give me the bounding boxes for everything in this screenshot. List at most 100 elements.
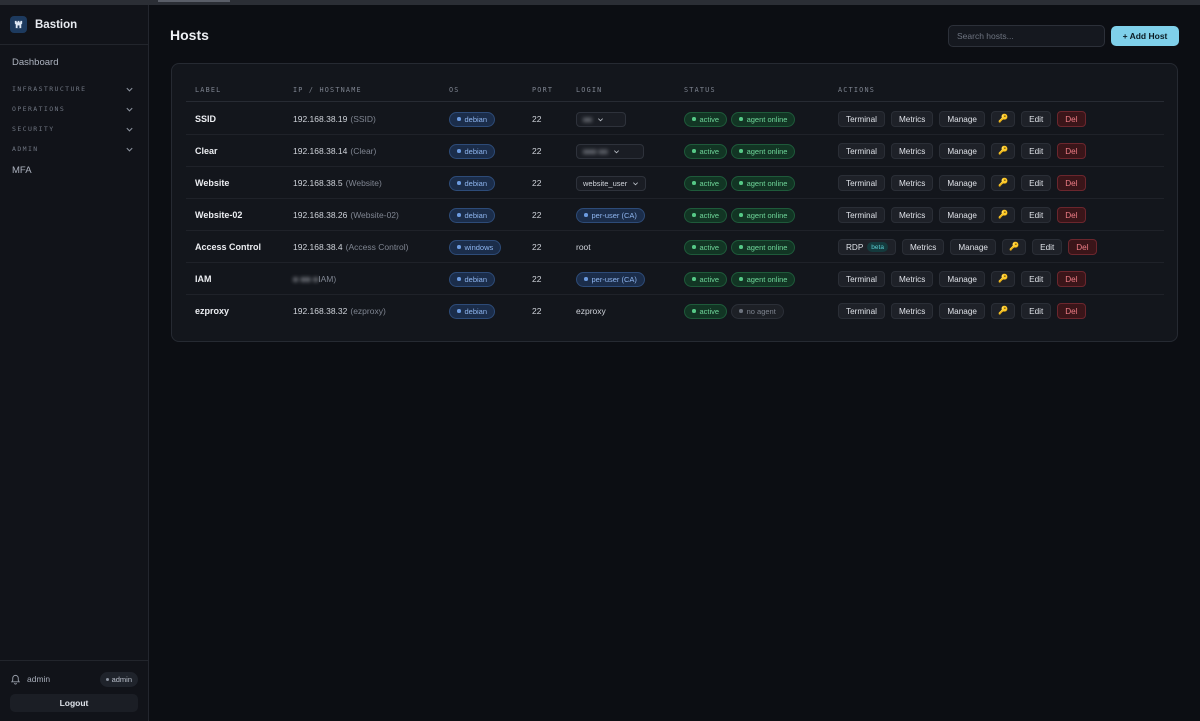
host-label[interactable]: Access Control — [195, 231, 261, 263]
delete-button[interactable]: Del — [1057, 207, 1086, 223]
terminal-button[interactable]: Terminal — [838, 175, 885, 191]
rdp-button[interactable]: RDP beta — [838, 239, 896, 255]
metrics-button[interactable]: Metrics — [890, 207, 934, 223]
port-value: 22 — [532, 210, 542, 220]
key-button[interactable]: 🔑 — [990, 111, 1016, 127]
terminal-button[interactable]: Terminal — [838, 143, 885, 159]
manage-button[interactable]: Manage — [939, 271, 985, 287]
key-button[interactable]: 🔑 — [990, 207, 1016, 223]
metrics-button[interactable]: Metrics — [890, 143, 934, 159]
login-value: per-user (CA) — [591, 274, 637, 284]
host-label[interactable]: Website — [195, 167, 229, 199]
host-ip: 192.168.38.5 (Website) — [293, 167, 382, 199]
delete-button[interactable]: Del — [1057, 303, 1086, 319]
sidebar-group-label: OPERATIONS — [12, 105, 66, 113]
metrics-button[interactable]: Metrics — [890, 271, 934, 287]
status-label: active — [699, 114, 720, 124]
host-label[interactable]: ezproxy — [195, 295, 229, 327]
metrics-button[interactable]: Metrics — [890, 175, 934, 191]
main-content: Hosts + Add Host LABEL IP / HOSTNAME OS … — [149, 5, 1200, 721]
status-badge: active — [684, 207, 728, 223]
sidebar-group-operations[interactable]: OPERATIONS — [0, 99, 148, 119]
os-label: debian — [464, 210, 488, 220]
sidebar-group-admin[interactable]: ADMIN — [0, 139, 148, 159]
login-value: root — [576, 242, 591, 252]
sidebar-group-infrastructure[interactable]: INFRASTRUCTURE — [0, 79, 148, 99]
edit-button[interactable]: Edit — [1032, 239, 1063, 255]
delete-button[interactable]: Del — [1068, 239, 1097, 255]
os-cell: windows — [449, 231, 502, 263]
edit-button[interactable]: Edit — [1021, 271, 1052, 287]
manage-button[interactable]: Manage — [950, 239, 996, 255]
key-button[interactable]: 🔑 — [990, 175, 1016, 191]
key-button[interactable]: 🔑 — [990, 143, 1016, 159]
manage-button[interactable]: Manage — [939, 111, 985, 127]
add-host-button[interactable]: + Add Host — [1111, 26, 1179, 46]
sidebar-item-mfa[interactable]: MFA — [0, 165, 148, 179]
os-cell: debian — [449, 167, 496, 199]
os-label: debian — [464, 274, 488, 284]
key-button[interactable]: 🔑 — [990, 271, 1016, 287]
hosts-table-card: LABEL IP / HOSTNAME OS PORT LOGIN STATUS… — [171, 63, 1178, 342]
metrics-button[interactable]: Metrics — [890, 111, 934, 127]
key-button[interactable]: 🔑 — [1001, 239, 1027, 255]
manage-button[interactable]: Manage — [939, 207, 985, 223]
edit-button[interactable]: Edit — [1021, 303, 1052, 319]
terminal-button[interactable]: Terminal — [838, 207, 885, 223]
manage-button[interactable]: Manage — [939, 175, 985, 191]
os-cell: debian — [449, 263, 496, 295]
host-label[interactable]: Website-02 — [195, 199, 242, 231]
login-cell: per-user (CA) — [576, 199, 645, 231]
host-label[interactable]: IAM — [195, 263, 212, 295]
os-badge: debian — [449, 207, 496, 223]
port-value: 22 — [532, 146, 542, 156]
login-select[interactable]: ●●● ●● — [576, 143, 644, 159]
logout-button[interactable]: Logout — [10, 694, 138, 712]
ip-address: 192.168.38.5 — [293, 178, 343, 188]
agent-label: agent online — [746, 242, 788, 252]
delete-button[interactable]: Del — [1057, 271, 1086, 287]
search-input[interactable] — [948, 25, 1105, 47]
agent-label: agent online — [746, 146, 788, 156]
app-name: Bastion — [35, 18, 78, 31]
delete-button[interactable]: Del — [1057, 143, 1086, 159]
bell-icon[interactable] — [10, 674, 21, 685]
brand[interactable]: Bastion — [0, 5, 148, 45]
host-ip: 192.168.38.32 (ezproxy) — [293, 295, 386, 327]
key-icon: 🔑 — [997, 114, 1009, 123]
key-button[interactable]: 🔑 — [990, 303, 1016, 319]
login-select[interactable]: ●● — [576, 111, 626, 127]
status-badge: active — [684, 143, 728, 159]
dot-icon — [739, 213, 743, 217]
manage-button[interactable]: Manage — [939, 303, 985, 319]
ip-hostname: (Website) — [345, 178, 382, 188]
ip-address: 192.168.38.4 — [293, 242, 343, 252]
edit-button[interactable]: Edit — [1021, 111, 1052, 127]
agent-badge: agent online — [731, 239, 796, 255]
dot-icon — [692, 309, 696, 313]
host-label[interactable]: SSID — [195, 103, 216, 135]
edit-button[interactable]: Edit — [1021, 207, 1052, 223]
dot-icon — [457, 213, 461, 217]
host-ip: 192.168.38.26 (Website-02) — [293, 199, 399, 231]
edit-button[interactable]: Edit — [1021, 143, 1052, 159]
metrics-button[interactable]: Metrics — [901, 239, 945, 255]
terminal-button[interactable]: Terminal — [838, 303, 885, 319]
os-label: debian — [464, 178, 488, 188]
host-label[interactable]: Clear — [195, 135, 218, 167]
delete-button[interactable]: Del — [1057, 175, 1086, 191]
login-select[interactable]: website_user — [576, 175, 647, 191]
sidebar-item-dashboard[interactable]: Dashboard — [0, 57, 148, 71]
key-icon: 🔑 — [997, 178, 1009, 187]
terminal-button[interactable]: Terminal — [838, 111, 885, 127]
manage-button[interactable]: Manage — [939, 143, 985, 159]
edit-button[interactable]: Edit — [1021, 175, 1052, 191]
key-icon: 🔑 — [997, 146, 1009, 155]
dot-icon — [457, 309, 461, 313]
delete-button[interactable]: Del — [1057, 111, 1086, 127]
table-header: LABEL IP / HOSTNAME OS PORT LOGIN STATUS… — [186, 80, 1164, 102]
sidebar-group-security[interactable]: SECURITY — [0, 119, 148, 139]
terminal-button[interactable]: Terminal — [838, 271, 885, 287]
metrics-button[interactable]: Metrics — [890, 303, 934, 319]
dot-icon — [692, 181, 696, 185]
